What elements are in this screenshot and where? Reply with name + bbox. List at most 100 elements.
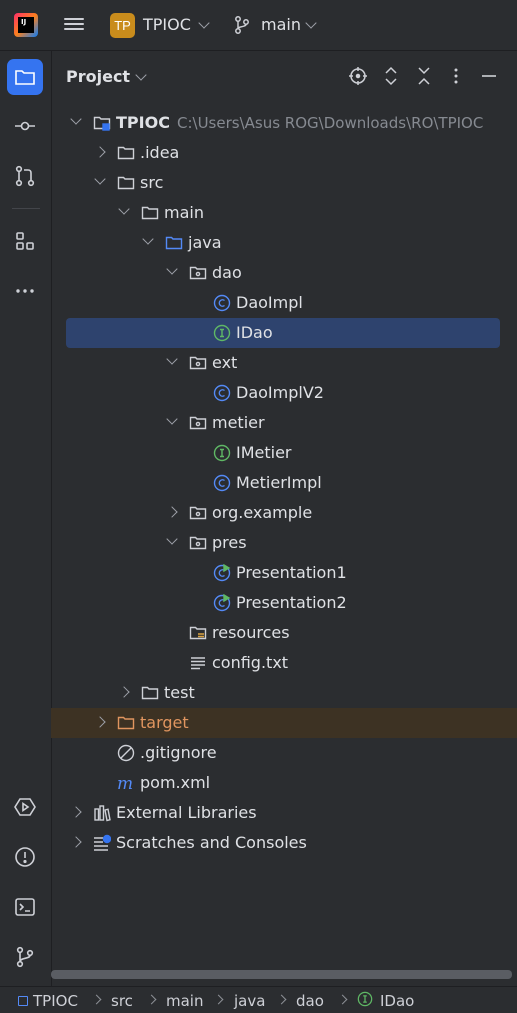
package-icon xyxy=(189,354,207,372)
expand-all-icon[interactable] xyxy=(381,66,401,86)
tree-item[interactable]: DaoImplV2 xyxy=(51,378,517,408)
tree-item[interactable]: org.example xyxy=(51,498,517,528)
tree-item-label: TPIOC xyxy=(116,113,170,132)
collapse-all-icon[interactable] xyxy=(414,66,434,86)
terminal-tool-button[interactable] xyxy=(7,889,43,925)
tree-item[interactable]: src xyxy=(51,168,517,198)
services-tool-button[interactable] xyxy=(7,789,43,825)
tree-item[interactable]: Presentation1 xyxy=(51,558,517,588)
chevron-right-icon xyxy=(276,994,287,1005)
scratches-icon xyxy=(93,834,112,852)
folder-icon xyxy=(117,144,135,162)
project-tool-button[interactable] xyxy=(7,59,43,95)
chevron-down-icon[interactable] xyxy=(166,263,178,275)
chevron-down-icon[interactable] xyxy=(166,533,178,545)
tree-item[interactable]: .idea xyxy=(51,138,517,168)
structure-tool-button[interactable] xyxy=(7,223,43,259)
chevron-right-icon xyxy=(337,994,348,1005)
tree-item[interactable]: Presentation2 xyxy=(51,588,517,618)
pull-requests-tool-button[interactable] xyxy=(7,158,43,194)
toolbar-separator xyxy=(12,208,40,209)
project-tree: TPIOC C:\Users\Asus ROG\Downloads\RO\TPIO… xyxy=(51,108,517,968)
main-menu-button[interactable] xyxy=(64,15,84,35)
tree-item-label: src xyxy=(140,173,164,192)
chevron-right-icon[interactable] xyxy=(94,146,106,158)
tree-item-label: dao xyxy=(212,263,242,282)
tree-item[interactable]: resources xyxy=(51,618,517,648)
services-icon xyxy=(14,798,36,816)
chevron-right-icon xyxy=(213,994,224,1005)
commit-icon xyxy=(15,121,35,131)
horizontal-scrollbar[interactable] xyxy=(51,970,512,979)
tree-item[interactable]: IMetier xyxy=(51,438,517,468)
project-badge[interactable]: TP xyxy=(110,13,135,38)
options-icon[interactable] xyxy=(446,66,466,86)
chevron-right-icon[interactable] xyxy=(70,836,82,848)
git-tool-button[interactable] xyxy=(7,939,43,975)
hide-panel-icon[interactable] xyxy=(479,66,499,86)
tree-item[interactable]: dao xyxy=(51,258,517,288)
project-name[interactable]: TPIOC xyxy=(143,15,191,34)
tree-item[interactable]: java xyxy=(51,228,517,258)
chevron-down-icon[interactable] xyxy=(166,413,178,425)
tree-item[interactable]: .gitignore xyxy=(51,738,517,768)
tree-item[interactable]: m pom.xml xyxy=(51,768,517,798)
tree-item-label: External Libraries xyxy=(116,803,257,822)
tree-item[interactable]: metier xyxy=(51,408,517,438)
tree-item[interactable]: Scratches and Consoles xyxy=(51,828,517,858)
git-branch-icon[interactable] xyxy=(234,15,250,35)
chevron-right-icon[interactable] xyxy=(118,686,130,698)
runnable-class-icon xyxy=(213,593,231,612)
tree-item-label: config.txt xyxy=(212,653,289,672)
chevron-down-icon[interactable] xyxy=(166,353,178,365)
tree-item[interactable]: pres xyxy=(51,528,517,558)
tree-item[interactable]: main xyxy=(51,198,517,228)
tree-item[interactable]: config.txt xyxy=(51,648,517,678)
chevron-down-icon[interactable] xyxy=(94,173,106,185)
chevron-right-icon[interactable] xyxy=(166,506,178,518)
breadcrumb-item[interactable]: java xyxy=(234,992,265,1010)
chevron-down-icon[interactable] xyxy=(70,113,82,125)
branch-name[interactable]: main xyxy=(261,15,301,34)
tree-item-label: test xyxy=(164,683,195,702)
module-folder-icon xyxy=(93,114,111,132)
more-tools-button[interactable] xyxy=(7,273,43,309)
chevron-down-icon[interactable] xyxy=(142,233,154,245)
tree-item[interactable]: IDao xyxy=(51,318,517,348)
chevron-right-icon[interactable] xyxy=(70,806,82,818)
tree-item[interactable]: External Libraries xyxy=(51,798,517,828)
tree-item[interactable]: ext xyxy=(51,348,517,378)
chevron-down-icon[interactable] xyxy=(198,17,210,29)
commit-tool-button[interactable] xyxy=(7,108,43,144)
chevron-down-icon[interactable] xyxy=(135,69,147,81)
tree-item-label: target xyxy=(140,713,189,732)
tree-item-label: main xyxy=(164,203,204,222)
tool-window-strip xyxy=(0,51,52,1012)
tree-item-label: Scratches and Consoles xyxy=(116,833,307,852)
folder-icon xyxy=(141,684,159,702)
tree-item-label: DaoImplV2 xyxy=(236,383,324,402)
breadcrumb-item[interactable]: TPIOC xyxy=(33,992,78,1010)
panel-title[interactable]: Project xyxy=(66,67,130,86)
breadcrumb-item[interactable]: IDao xyxy=(380,992,414,1010)
tree-item-label: metier xyxy=(212,413,265,432)
package-icon xyxy=(189,264,207,282)
breadcrumb-item[interactable]: main xyxy=(166,992,203,1010)
resources-folder-icon xyxy=(189,624,207,642)
tree-item[interactable]: MetierImpl xyxy=(51,468,517,498)
breadcrumb-item[interactable]: dao xyxy=(296,992,324,1010)
tree-item[interactable]: target xyxy=(51,708,517,738)
tree-item[interactable]: TPIOC C:\Users\Asus ROG\Downloads\RO\TPIO… xyxy=(51,108,517,138)
tree-item[interactable]: test xyxy=(51,678,517,708)
problems-tool-button[interactable] xyxy=(7,839,43,875)
tree-item-label: .idea xyxy=(140,143,180,162)
tree-item-label: IMetier xyxy=(236,443,292,462)
locate-icon[interactable] xyxy=(348,66,368,86)
chevron-down-icon[interactable] xyxy=(305,17,317,29)
breadcrumb-item[interactable]: src xyxy=(111,992,133,1010)
tree-item-label: DaoImpl xyxy=(236,293,303,312)
chevron-right-icon[interactable] xyxy=(94,716,106,728)
tree-item[interactable]: DaoImpl xyxy=(51,288,517,318)
chevron-down-icon[interactable] xyxy=(118,203,130,215)
intellij-logo-icon[interactable]: IJ xyxy=(14,13,38,37)
